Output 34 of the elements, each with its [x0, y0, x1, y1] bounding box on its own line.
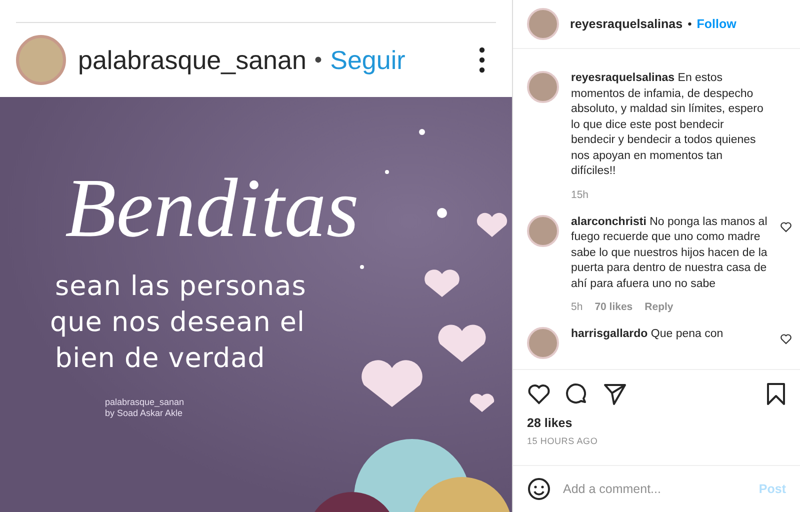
username[interactable]: reyesraquelsalinas	[570, 17, 683, 31]
signature-text: palabrasque_sanan	[105, 396, 186, 408]
comment-text: reyesraquelsalinas En estos momentos de infamia, de despecho absoluto, y maldad sin límites, espero lo que dice este post bendecir bendecir y bendecir a todos quienes nos apoyan en momentos tan difíciles!!	[571, 71, 764, 180]
comment-meta: 5h	[571, 301, 583, 314]
username: palabrasque_sanan	[78, 44, 306, 76]
likes-count[interactable]: 28 likes	[513, 412, 800, 430]
more-options-icon[interactable]	[478, 47, 486, 73]
separator-dot: •	[314, 47, 322, 73]
avatar	[527, 71, 559, 103]
post-time: 15 HOURS AGO	[526, 435, 599, 446]
comment-icon[interactable]	[565, 382, 589, 406]
graphic-text: bien de verdad	[55, 342, 266, 376]
graphic-title: Benditas	[65, 167, 360, 251]
avatar	[16, 35, 66, 85]
avatar	[527, 214, 559, 247]
signature-text: by Soad Askar Akle	[105, 408, 184, 420]
avatar	[527, 327, 559, 360]
comment-text: harrisgallardo Que pena con	[571, 327, 724, 342]
graphic-text: que nos desean el	[50, 306, 306, 340]
follow-link[interactable]: Follow	[696, 17, 736, 31]
send-icon[interactable]	[603, 382, 627, 406]
comment-text: alarconchristi No ponga las manos al fuego recuerde que uno como madre sabe lo que nuestros hijos hacen de la puerta para dentro de nuestra casa de ahí para afuera uno no sabe	[571, 214, 768, 292]
separator-dot: •	[688, 17, 692, 31]
graphic-text: sean las personas	[55, 270, 308, 304]
comment-meta[interactable]: 70 likes	[594, 301, 633, 314]
heart-icon[interactable]	[527, 382, 551, 406]
comment-meta: 15h	[571, 188, 589, 201]
follow-link[interactable]: Seguir	[330, 44, 406, 76]
avatar	[527, 8, 559, 40]
bookmark-icon[interactable]	[766, 382, 786, 406]
emoji-icon[interactable]	[527, 477, 551, 501]
heart-icon[interactable]	[780, 333, 792, 346]
comment-meta[interactable]: Reply	[644, 301, 674, 314]
heart-icon[interactable]	[780, 220, 792, 233]
